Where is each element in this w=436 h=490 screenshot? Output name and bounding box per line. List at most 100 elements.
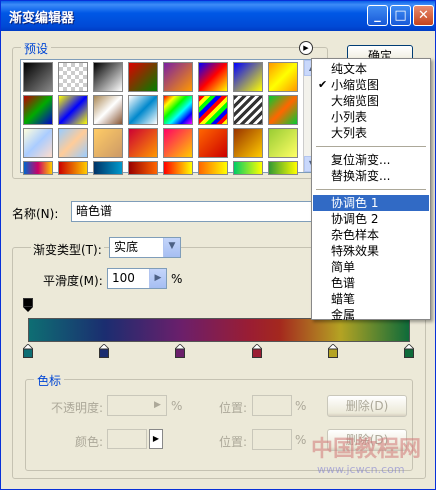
color-stop[interactable] xyxy=(23,344,33,358)
menu-item[interactable]: 协调色 1 xyxy=(313,195,429,211)
menu-item-label: 简单 xyxy=(331,260,356,274)
gradient-preset-swatch[interactable] xyxy=(198,161,228,175)
menu-item[interactable]: 大缩览图 xyxy=(313,93,429,109)
opacity-position-label: 位置: xyxy=(219,401,248,415)
gradient-preset-swatch[interactable] xyxy=(268,62,298,92)
smoothness-value: 100 xyxy=(112,271,135,285)
menu-item-label: 协调色 1 xyxy=(331,196,379,210)
gradient-preset-swatch[interactable] xyxy=(58,62,88,92)
menu-item[interactable]: 纯文本 xyxy=(313,61,429,77)
menu-item[interactable]: 色谱 xyxy=(313,275,429,291)
gradient-preset-swatch[interactable] xyxy=(128,95,158,125)
watermark-logo: 中国教程网 xyxy=(311,437,422,462)
menu-item-label: 小列表 xyxy=(331,110,368,124)
gradient-preset-swatch[interactable] xyxy=(233,62,263,92)
opacity-unit: % xyxy=(171,399,183,413)
menu-item-label: 大列表 xyxy=(331,126,368,140)
opacity-stop[interactable] xyxy=(23,298,33,312)
gradient-preset-swatch[interactable] xyxy=(268,161,298,175)
menu-item-label: 复位渐变... xyxy=(331,153,391,167)
gradient-preset-swatch[interactable] xyxy=(58,128,88,158)
check-icon: ✔ xyxy=(318,78,328,91)
menu-item[interactable]: 大列表 xyxy=(313,125,429,141)
gradient-preset-swatch[interactable] xyxy=(23,95,53,125)
menu-item[interactable]: 协调色 2 xyxy=(313,211,429,227)
gradient-preset-swatch[interactable] xyxy=(163,161,193,175)
gradient-preset-swatch[interactable] xyxy=(128,62,158,92)
stop-color-swatch[interactable] xyxy=(107,429,147,449)
gradient-preset-swatch[interactable] xyxy=(163,95,193,125)
gradient-type-select[interactable]: 实底 ▼ xyxy=(109,237,181,258)
chevron-right-icon[interactable]: ▶ xyxy=(149,269,166,288)
color-position-label: 位置: xyxy=(219,435,248,449)
menu-item-label: 特殊效果 xyxy=(331,244,380,258)
gradient-preset-swatch[interactable] xyxy=(23,128,53,158)
gradient-preset-swatch[interactable] xyxy=(23,161,53,175)
color-stop[interactable] xyxy=(252,344,262,358)
gradient-preset-swatch[interactable] xyxy=(93,161,123,175)
gradient-preset-swatch[interactable] xyxy=(268,128,298,158)
chevron-down-icon: ▼ xyxy=(163,238,180,257)
color-stop[interactable] xyxy=(99,344,109,358)
presets-context-menu: 纯文本 ✔ 小缩览图 大缩览图 小列表大列表复位渐变... 替换渐变... 协调色 1 协调色… xyxy=(311,58,431,323)
menu-separator xyxy=(316,146,426,147)
color-label: 颜色: xyxy=(75,435,104,449)
smoothness-field[interactable]: 100 ▶ xyxy=(107,268,167,289)
delete-opacity-stop-button[interactable]: 删除(D) xyxy=(327,395,407,417)
smoothness-unit: % xyxy=(171,272,183,286)
gradient-preset-swatch[interactable] xyxy=(198,128,228,158)
menu-item[interactable]: 杂色样本 xyxy=(313,227,429,243)
menu-item[interactable]: ✔ 小缩览图 xyxy=(313,77,429,93)
title-bar[interactable]: 渐变编辑器 _ □ ✕ xyxy=(1,1,435,31)
gradient-preset-swatch[interactable] xyxy=(233,95,263,125)
gradient-preset-swatch[interactable] xyxy=(128,128,158,158)
gradient-preset-swatch[interactable] xyxy=(23,62,53,92)
color-stop[interactable] xyxy=(328,344,338,358)
color-stops-group-title: 色标 xyxy=(34,372,65,389)
menu-item-label: 蜡笔 xyxy=(331,292,356,306)
watermark-url: www.jcwcn.com xyxy=(317,463,405,476)
gradient-preset-swatch[interactable] xyxy=(268,95,298,125)
menu-item-label: 协调色 2 xyxy=(331,212,379,226)
menu-item[interactable]: 蜡笔 xyxy=(313,291,429,307)
gradient-preset-swatch[interactable] xyxy=(163,128,193,158)
color-stop[interactable] xyxy=(175,344,185,358)
gradient-preset-swatch[interactable] xyxy=(93,128,123,158)
gradient-preset-swatch[interactable] xyxy=(233,128,263,158)
color-position-unit: % xyxy=(295,433,307,447)
menu-item[interactable]: 复位渐变... xyxy=(313,152,429,168)
color-menu-icon[interactable]: ▶ xyxy=(149,429,163,449)
gradient-preset-swatch[interactable] xyxy=(233,161,263,175)
name-field[interactable]: 暗色谱 xyxy=(71,201,313,222)
menu-item-label: 杂色样本 xyxy=(331,228,380,242)
menu-separator xyxy=(316,189,426,190)
gradient-preset-swatch[interactable] xyxy=(58,95,88,125)
gradient-preset-swatch[interactable] xyxy=(163,62,193,92)
gradient-type-value: 实底 xyxy=(114,240,139,254)
menu-item-label: 金属 xyxy=(331,308,356,322)
gradient-preset-swatch[interactable] xyxy=(198,95,228,125)
menu-item-label: 替换渐变... xyxy=(331,169,391,183)
gradient-preset-swatch[interactable] xyxy=(128,161,158,175)
menu-item[interactable]: 简单 xyxy=(313,259,429,275)
presets-menu-icon[interactable]: ▶ xyxy=(299,41,313,55)
chevron-right-icon[interactable]: ▶ xyxy=(149,396,166,415)
menu-item[interactable]: 替换渐变... xyxy=(313,168,429,184)
menu-item[interactable]: 小列表 xyxy=(313,109,429,125)
gradient-type-label: 渐变类型(T): xyxy=(31,241,104,258)
maximize-button[interactable]: □ xyxy=(390,5,411,26)
opacity-position-field[interactable] xyxy=(252,395,292,416)
gradient-preset-swatch[interactable] xyxy=(198,62,228,92)
close-button[interactable]: ✕ xyxy=(413,5,434,26)
gradient-preset-swatch[interactable] xyxy=(93,62,123,92)
gradient-preset-swatch[interactable] xyxy=(58,161,88,175)
gradient-preset-swatch[interactable] xyxy=(93,95,123,125)
opacity-field[interactable]: ▶ xyxy=(107,395,167,416)
opacity-position-unit: % xyxy=(295,399,307,413)
color-stop[interactable] xyxy=(404,344,414,358)
color-position-field[interactable] xyxy=(252,429,292,450)
menu-item[interactable]: 特殊效果 xyxy=(313,243,429,259)
menu-item-label: 纯文本 xyxy=(331,62,368,76)
menu-item[interactable]: 金属 xyxy=(313,307,429,323)
minimize-button[interactable]: _ xyxy=(367,5,388,26)
